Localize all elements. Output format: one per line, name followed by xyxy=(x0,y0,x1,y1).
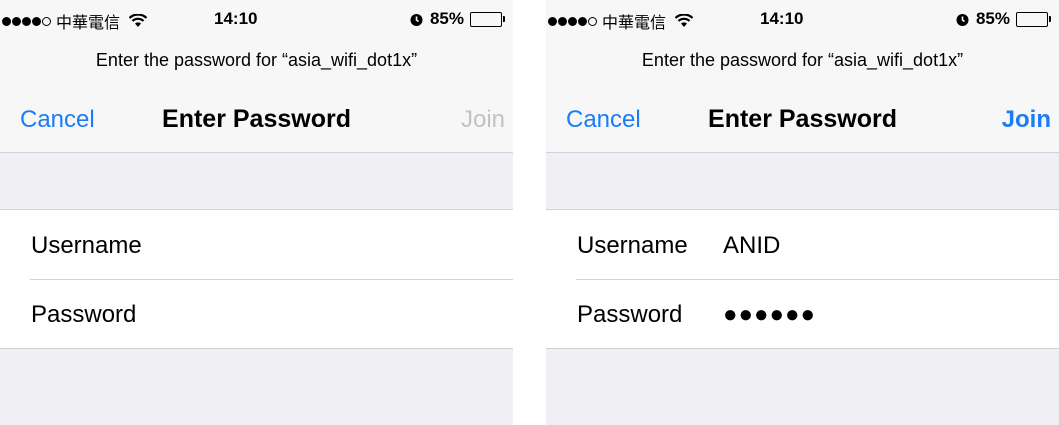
nav-bar: Cancel Enter Password Join xyxy=(0,97,513,141)
carrier-label: 中華電信 xyxy=(56,15,121,32)
battery-icon xyxy=(1016,11,1051,27)
page-title: Enter Password xyxy=(162,105,351,133)
alarm-icon xyxy=(410,13,423,26)
battery-percent: 85% xyxy=(975,9,1010,28)
username-label: Username xyxy=(577,232,688,259)
nav-bar: Cancel Enter Password Join xyxy=(546,97,1059,141)
join-button[interactable]: Join xyxy=(461,106,505,134)
username-field[interactable]: Username xyxy=(0,210,513,279)
credentials-form: Username Password xyxy=(0,209,513,349)
screen-left: 中華電信 14:10 85% Enter the password for “a… xyxy=(0,0,513,425)
password-label: Password xyxy=(31,301,137,328)
clock: 14:10 xyxy=(214,9,258,28)
wifi-icon xyxy=(128,14,148,27)
username-field[interactable]: Username ANID xyxy=(546,210,1059,279)
username-value: ANID xyxy=(723,232,781,259)
credentials-form: Username ANID Password ●●●●●● xyxy=(546,209,1059,349)
battery-icon xyxy=(470,11,505,27)
screen-right: 中華電信 14:10 85% Enter the password for “a… xyxy=(546,0,1059,425)
password-prompt: Enter the password for “asia_wifi_dot1x” xyxy=(641,50,964,70)
password-field[interactable]: Password xyxy=(0,279,513,348)
status-bar: 中華電信 14:10 85% xyxy=(0,0,513,38)
password-prompt: Enter the password for “asia_wifi_dot1x” xyxy=(95,50,418,70)
carrier-label: 中華電信 xyxy=(602,15,667,32)
clock: 14:10 xyxy=(760,9,804,28)
join-button[interactable]: Join xyxy=(1002,106,1051,134)
password-label: Password xyxy=(577,301,683,328)
page-title: Enter Password xyxy=(708,105,897,133)
username-label: Username xyxy=(31,232,142,259)
divider xyxy=(546,152,1059,153)
signal-dots-icon xyxy=(2,16,51,26)
password-value: ●●●●●● xyxy=(723,301,816,328)
divider xyxy=(0,152,513,153)
battery-percent: 85% xyxy=(429,9,464,28)
alarm-icon xyxy=(956,13,969,26)
status-bar: 中華電信 14:10 85% xyxy=(546,0,1059,38)
wifi-icon xyxy=(674,14,694,27)
signal-dots-icon xyxy=(548,16,597,26)
password-field[interactable]: Password ●●●●●● xyxy=(546,279,1059,348)
